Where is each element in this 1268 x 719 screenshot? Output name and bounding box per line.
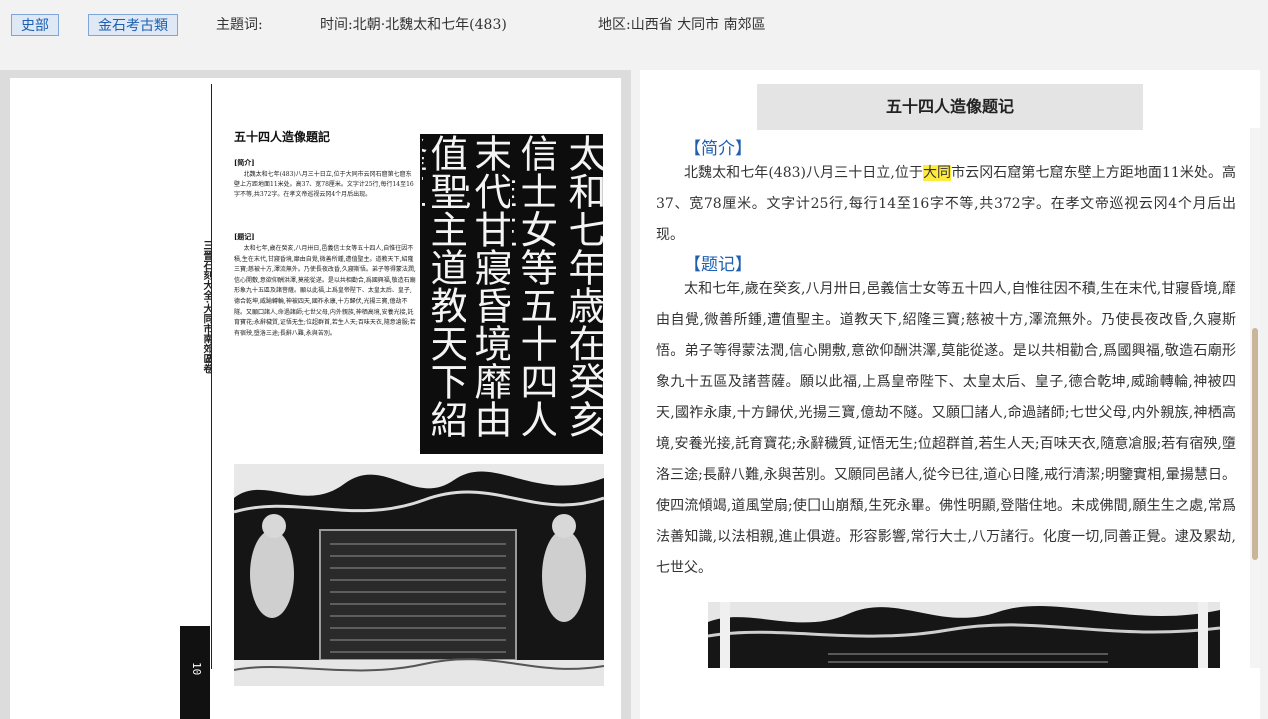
region-label: 地区:山西省 大同市 南郊區 (598, 17, 766, 33)
page-edge-dark: 10 (180, 626, 210, 719)
scan-record-text: 太和七年,歲在癸亥,八月卅日,邑義信士女等五十四人,自惟往因不積,生在末代,甘寢… (234, 245, 416, 337)
time-label: 时间:北朝·北魏太和七年(483) (320, 17, 507, 33)
record-paragraph: 太和七年,歲在癸亥,八月卅日,邑義信士女等五十四人,自惟往因不積,生在末代,甘寢… (656, 281, 1236, 576)
search-highlight: 大同 (923, 165, 952, 181)
spine-title: 三晉石刻大全·大同市南郊區卷 (201, 240, 212, 374)
calligraphy-rubbing: 太和七年歳在癸亥 信士女等五十四人自惟往 末代甘寢昏境靡由自覺 值聖主道教天下紹… (420, 134, 603, 454)
tag-history[interactable]: 史部 (11, 14, 59, 36)
article-panel[interactable]: 五十四人造像题记 【简介】 北魏太和七年(483)八月三十日立,位于大同市云冈石… (640, 70, 1260, 668)
intro-heading: 【简介】 (684, 139, 752, 159)
relief-rubbing-image (234, 464, 604, 686)
article-title: 五十四人造像题记 (757, 84, 1143, 130)
metadata-bar: 史部 金石考古類 主題词: 时间:北朝·北魏太和七年(483) 地区:山西省 大… (0, 0, 1268, 52)
tag-category[interactable]: 金石考古類 (88, 14, 178, 36)
panel-footer (640, 668, 1260, 719)
scan-viewer[interactable]: 10 三晉石刻大全·大同市南郊區卷 五十四人造像題記 [简介] 北魏太和七年(4… (0, 70, 631, 719)
calligraphy-column: 太和七年歳在癸亥 (562, 134, 603, 438)
relief-texture (234, 464, 604, 686)
scan-record-tag: [题记] (234, 232, 255, 241)
article-scrollbar-thumb[interactable] (1252, 328, 1258, 560)
rubbing-thumbnail[interactable] (708, 602, 1220, 668)
rubbing-thumbnail-texture (708, 602, 1220, 668)
scan-heading: 五十四人造像題記 (234, 130, 331, 144)
record-heading: 【题记】 (684, 255, 752, 275)
calligraphy-column: 末代甘寢昏境靡由自覺 (466, 134, 510, 438)
scanned-page-image: 10 三晉石刻大全·大同市南郊區卷 五十四人造像題記 [简介] 北魏太和七年(4… (10, 78, 621, 719)
subject-label: 主題词: (216, 17, 263, 33)
scan-intro-text: 北魏太和七年(483)八月三十日立,位于大同市云冈石窟第七窟东壁上方距地面11米… (234, 171, 414, 198)
intro-text-before: 北魏太和七年(483)八月三十日立,位于 (684, 165, 923, 181)
page-number: 10 (190, 662, 203, 676)
calligraphy-column: 值聖主道教天下紹隆三 (422, 134, 466, 438)
scan-intro-tag: [简介] (234, 158, 255, 167)
intro-paragraph: 北魏太和七年(483)八月三十日立,位于大同市云冈石窟第七窟东壁上方距地面11米… (656, 158, 1236, 251)
calligraphy-column: 信士女等五十四人自惟往 (512, 134, 556, 438)
